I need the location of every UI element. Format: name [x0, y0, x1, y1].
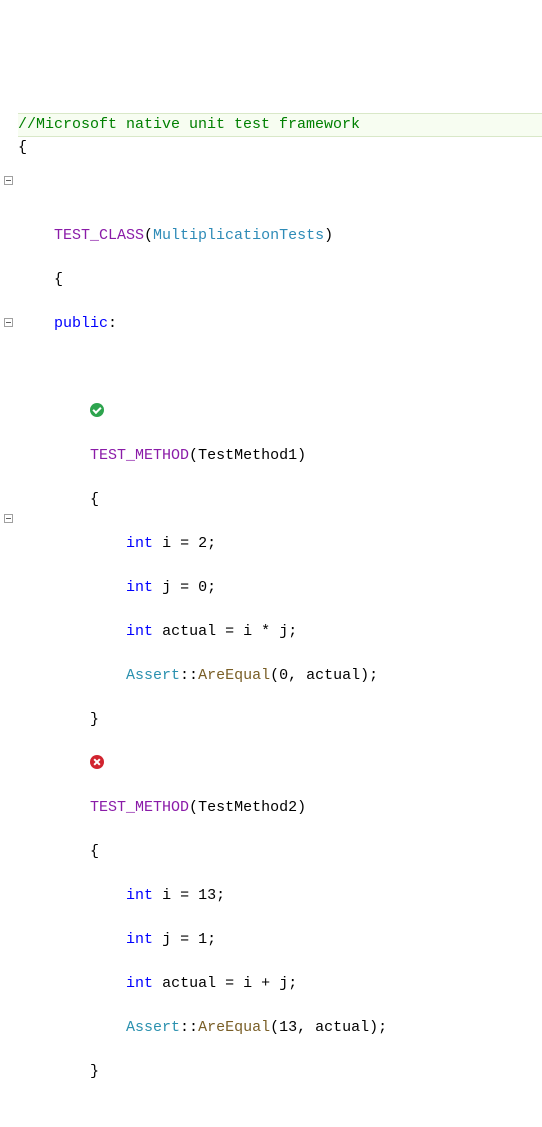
blank-line	[18, 357, 542, 379]
code-area[interactable]: //Microsoft native unit test framework {…	[18, 88, 542, 668]
test-fail-icon[interactable]	[90, 755, 104, 769]
test-pass-icon[interactable]	[90, 403, 104, 417]
code-editor[interactable]: //Microsoft native unit test framework {…	[0, 88, 542, 668]
class-name: MultiplicationTests	[153, 227, 324, 244]
assert-method: AreEqual	[198, 1019, 270, 1036]
blank-line	[18, 181, 542, 203]
keyword-public: public	[54, 315, 108, 332]
method-name: TestMethod1	[198, 447, 297, 464]
macro-test-class: TEST_CLASS	[54, 227, 144, 244]
comment: //Microsoft native unit test framework	[18, 116, 360, 133]
assert-class: Assert	[126, 1019, 180, 1036]
method-name: TestMethod2	[198, 799, 297, 816]
fold-toggle[interactable]	[4, 318, 13, 327]
fold-gutter	[0, 88, 18, 668]
macro-test-method: TEST_METHOD	[90, 799, 189, 816]
macro-test-method: TEST_METHOD	[90, 447, 189, 464]
assert-class: Assert	[126, 667, 180, 684]
fold-toggle[interactable]	[4, 514, 13, 523]
fold-toggle[interactable]	[4, 176, 13, 185]
assert-method: AreEqual	[198, 667, 270, 684]
